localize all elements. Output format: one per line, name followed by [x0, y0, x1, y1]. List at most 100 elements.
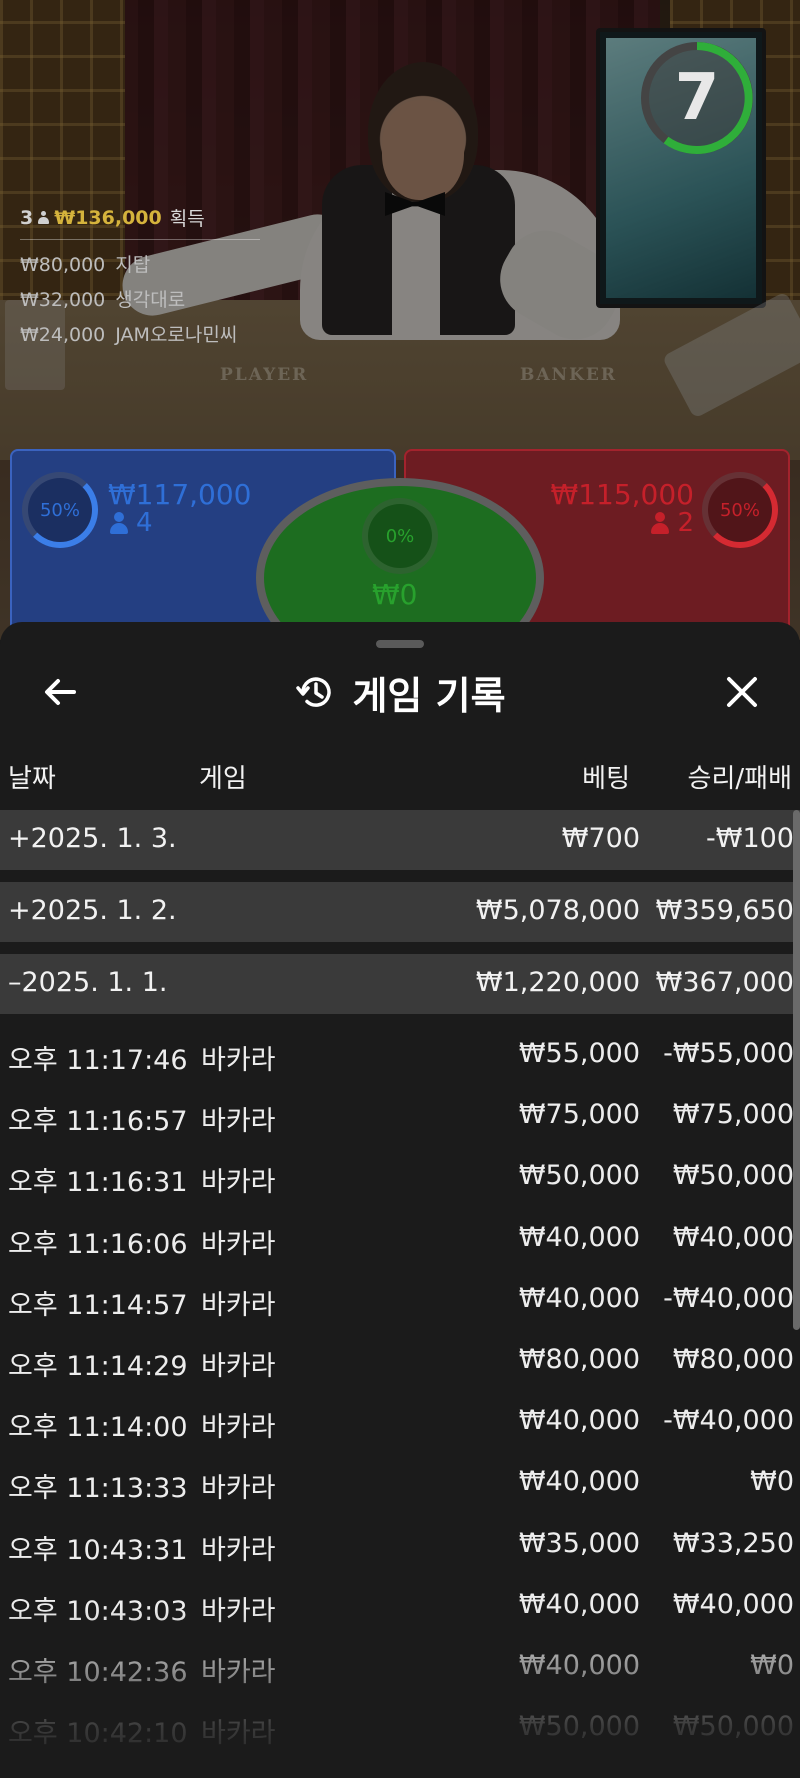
game-row[interactable]: 오후 11:16:57 바카라 ₩75,000 ₩75,000	[0, 1087, 800, 1148]
game-bet: ₩35,000	[518, 1527, 640, 1559]
game-history-sheet: 게임 기록 날짜 게임 베팅 승리/패배 +2025. 1. 3. ₩700 -…	[0, 622, 800, 1778]
game-result: ₩75,000	[672, 1099, 794, 1131]
game-time: 오후 11:14:00	[8, 1412, 188, 1444]
day-bet: ₩700	[561, 823, 640, 854]
game-result: -₩40,000	[663, 1405, 794, 1437]
game-name: 바카라	[201, 1045, 276, 1076]
game-time: 오후 10:43:03	[8, 1595, 188, 1627]
game-row[interactable]: 오후 10:43:03 바카라 ₩40,000 ₩40,000	[0, 1577, 800, 1638]
game-time: 오후 11:17:46	[8, 1045, 188, 1076]
column-header-date: 날짜	[8, 764, 56, 794]
winner-name: JAM오로나민씨	[115, 324, 238, 346]
game-row[interactable]: 오후 11:14:57 바카라 ₩40,000 -₩40,000	[0, 1271, 800, 1332]
game-row[interactable]: 오후 10:43:31 바카라 ₩35,000 ₩33,250	[0, 1516, 800, 1577]
game-time: 오후 11:14:29	[8, 1350, 188, 1382]
day-row[interactable]: –2025. 1. 1. ₩1,220,000 ₩367,000	[0, 954, 800, 1014]
player-bet-amount: ₩117,000	[108, 478, 252, 511]
game-result: ₩33,250	[672, 1527, 794, 1559]
game-result: ₩40,000	[672, 1221, 794, 1253]
game-time: 오후 10:42:36	[8, 1656, 188, 1688]
person-icon	[110, 512, 128, 534]
player-bettors: 4	[110, 508, 153, 538]
day-row[interactable]: +2025. 1. 3. ₩700 -₩100	[0, 810, 800, 870]
winners-count: 3	[20, 206, 34, 229]
divider	[20, 239, 260, 240]
game-row[interactable]: 오후 11:13:33 바카라 ₩40,000 ₩0	[0, 1454, 800, 1515]
game-result: -₩55,000	[663, 1038, 794, 1069]
game-name: 바카라	[201, 1718, 276, 1750]
player-percent: 50%	[22, 472, 98, 548]
game-name: 바카라	[201, 1595, 276, 1627]
game-time: 오후 10:42:10	[8, 1718, 188, 1750]
game-name: 바카라	[201, 1656, 276, 1688]
day-result: -₩100	[706, 823, 794, 854]
history-icon	[296, 677, 332, 707]
winner-row: ₩24,000 JAM오로나민씨	[20, 320, 260, 347]
game-bet: ₩40,000	[518, 1466, 640, 1498]
arrow-left-icon	[45, 679, 76, 705]
day-bet: ₩1,220,000	[475, 967, 640, 998]
game-bet: ₩40,000	[518, 1649, 640, 1681]
game-row[interactable]: 오후 11:14:29 바카라 ₩80,000 ₩80,000	[0, 1332, 800, 1393]
game-bet: ₩50,000	[518, 1711, 640, 1743]
day-date: +2025. 1. 2.	[8, 895, 177, 926]
winner-name: 지탑	[115, 254, 151, 276]
day-bet: ₩5,078,000	[475, 895, 640, 926]
day-date: +2025. 1. 3.	[8, 823, 177, 854]
winners-total: ₩136,000	[54, 206, 162, 229]
day-result: ₩359,650	[655, 895, 794, 926]
banker-bettors: 2	[651, 508, 694, 538]
game-row[interactable]: 오후 10:42:10 바카라 ₩50,000 ₩50,000	[0, 1699, 800, 1760]
game-name: 바카라	[201, 1534, 276, 1566]
tie-percent: 0%	[362, 498, 438, 574]
scrollbar[interactable]	[793, 810, 800, 1330]
game-name: 바카라	[201, 1106, 276, 1138]
game-time: 오후 11:13:33	[8, 1473, 188, 1505]
history-list: +2025. 1. 3. ₩700 -₩100 +2025. 1. 2. ₩5,…	[0, 810, 800, 1760]
back-button[interactable]	[34, 666, 86, 718]
game-bet: ₩75,000	[518, 1099, 640, 1131]
winners-header: 3 ₩136,000 획득	[20, 204, 260, 231]
game-bet: ₩40,000	[518, 1405, 640, 1437]
day-result: ₩367,000	[655, 967, 794, 998]
game-result: ₩40,000	[672, 1588, 794, 1620]
sheet-drag-handle[interactable]	[376, 640, 424, 648]
close-icon	[727, 677, 757, 707]
sheet-header: 게임 기록	[0, 664, 800, 720]
winner-amount: ₩80,000	[20, 254, 106, 276]
day-row[interactable]: +2025. 1. 2. ₩5,078,000 ₩359,650	[0, 882, 800, 942]
winners-panel: 3 ₩136,000 획득 ₩80,000 지탑 ₩32,000 생각대로 ₩24,…	[20, 204, 260, 355]
close-button[interactable]	[716, 666, 768, 718]
game-bet: ₩80,000	[518, 1343, 640, 1375]
game-time: 오후 11:14:57	[8, 1289, 188, 1321]
game-bet: ₩40,000	[518, 1588, 640, 1620]
column-header-bet: 베팅	[582, 764, 630, 794]
column-header-result: 승리/패배	[687, 764, 792, 794]
winner-amount: ₩32,000	[20, 289, 106, 311]
person-icon	[38, 211, 50, 224]
game-time: 오후 11:16:06	[8, 1228, 188, 1260]
game-row[interactable]: 오후 11:16:06 바카라 ₩40,000 ₩40,000	[0, 1210, 800, 1271]
banker-bet-amount: ₩115,000	[550, 478, 694, 511]
game-name: 바카라	[201, 1473, 276, 1505]
tie-bet-amount: ₩0	[372, 578, 418, 611]
game-time: 오후 10:43:31	[8, 1534, 188, 1566]
banker-bettor-count: 2	[677, 508, 694, 538]
game-name: 바카라	[201, 1228, 276, 1260]
game-row[interactable]: 오후 11:17:46 바카라 ₩55,000 -₩55,000	[0, 1026, 800, 1087]
game-row[interactable]: 오후 10:42:36 바카라 ₩40,000 ₩0	[0, 1638, 800, 1699]
game-bet: ₩40,000	[518, 1221, 640, 1253]
column-header-game: 게임	[199, 764, 247, 794]
game-bet: ₩40,000	[518, 1282, 640, 1314]
game-time: 오후 11:16:31	[8, 1167, 188, 1199]
game-result: ₩50,000	[672, 1711, 794, 1743]
game-result: ₩80,000	[672, 1343, 794, 1375]
game-row[interactable]: 오후 11:16:31 바카라 ₩50,000 ₩50,000	[0, 1148, 800, 1209]
banker-percent: 50%	[702, 472, 778, 548]
winner-row: ₩80,000 지탑	[20, 250, 260, 277]
game-row[interactable]: 오후 11:14:00 바카라 ₩40,000 -₩40,000	[0, 1393, 800, 1454]
winner-name: 생각대로	[115, 289, 186, 311]
game-name: 바카라	[201, 1412, 276, 1444]
game-time: 오후 11:16:57	[8, 1106, 188, 1138]
game-name: 바카라	[201, 1350, 276, 1382]
